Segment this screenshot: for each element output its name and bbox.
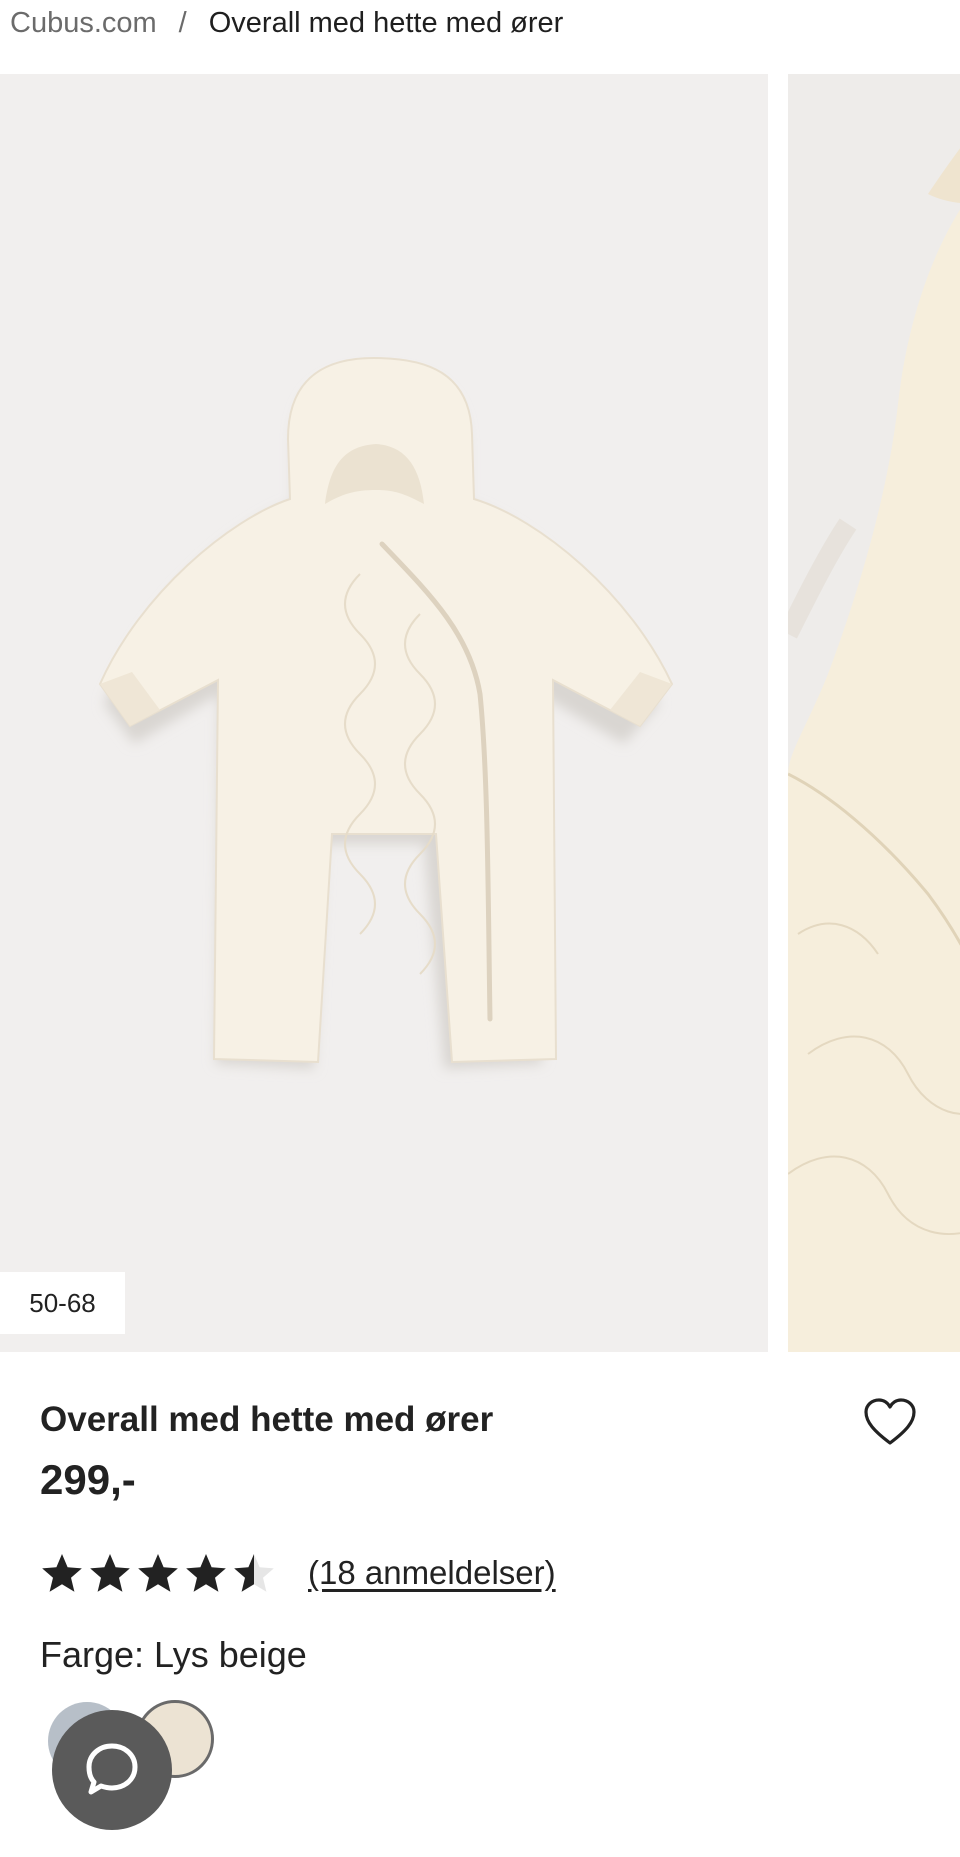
star-icon: [90, 1554, 130, 1592]
product-photo-closeup: [788, 74, 960, 1352]
heart-outline-icon: [864, 1398, 916, 1445]
breadcrumb-current: Overall med hette med ører: [208, 6, 564, 39]
product-photo-overall: [98, 356, 674, 1069]
product-image-next[interactable]: [788, 74, 960, 1352]
star-icon: [138, 1554, 178, 1592]
product-image-gallery[interactable]: 50-68: [0, 74, 960, 1352]
wishlist-button[interactable]: [862, 1396, 918, 1448]
star-icon: [186, 1554, 226, 1592]
reviews-link[interactable]: (18 anmeldelser): [308, 1554, 556, 1592]
star-icon: [234, 1554, 274, 1592]
color-label: Farge: Lys beige: [40, 1634, 307, 1675]
product-price: 299,-: [40, 1456, 136, 1503]
product-image-main[interactable]: 50-68: [0, 74, 768, 1352]
product-title: Overall med hette med ører: [40, 1400, 494, 1439]
star-icon: [42, 1554, 82, 1592]
rating-stars: [40, 1552, 276, 1594]
size-range-badge: 50-68: [0, 1272, 125, 1334]
chat-bubble-icon: [86, 1743, 138, 1795]
breadcrumb-separator: /: [178, 6, 187, 39]
product-rating: (18 anmeldelser): [40, 1552, 556, 1594]
breadcrumb-home-link[interactable]: Cubus.com: [10, 7, 157, 40]
breadcrumb: Cubus.com / Overall med hette med ører: [10, 0, 563, 46]
chat-button[interactable]: [52, 1710, 172, 1830]
